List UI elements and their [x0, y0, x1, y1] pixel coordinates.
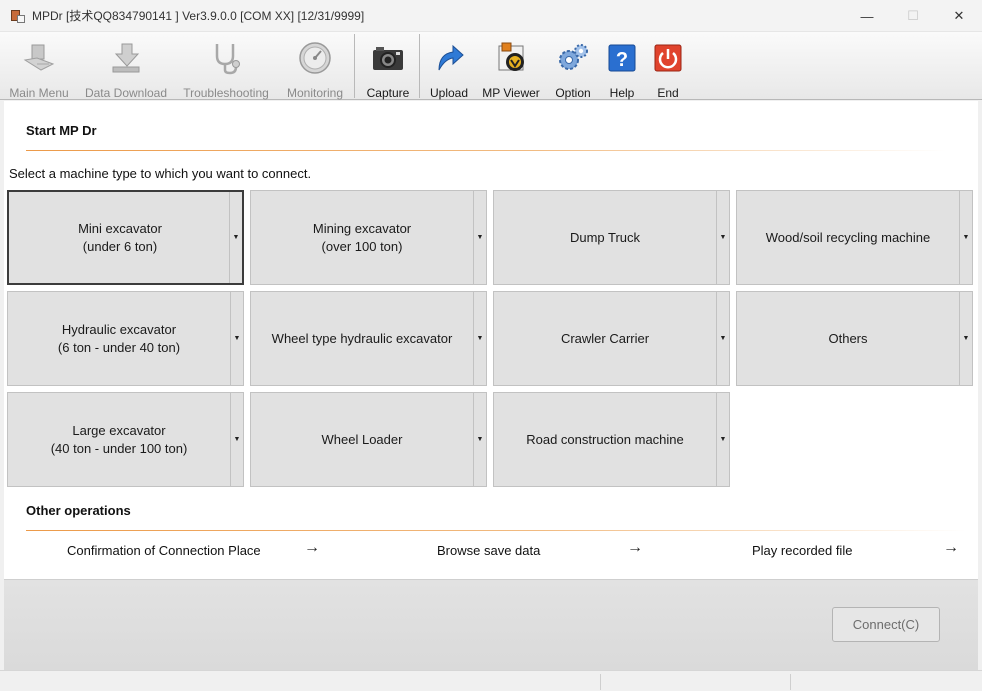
window-title: MPDr [技术QQ834790141 ] Ver3.9.0.0 [COM XX…	[32, 9, 365, 23]
chevron-down-icon[interactable]: ▼	[230, 393, 243, 486]
status-bar	[0, 670, 982, 691]
gears-icon	[553, 38, 593, 78]
chevron-down-icon[interactable]: ▼	[473, 292, 486, 385]
status-separator	[790, 674, 791, 690]
option-button[interactable]: Option	[548, 32, 598, 100]
chevron-down-icon[interactable]: ▼	[716, 292, 729, 385]
status-separator	[600, 674, 601, 690]
toolbar: Main Menu Data Download Troubleshooting …	[0, 32, 982, 100]
section-divider	[26, 530, 966, 531]
main-menu-button[interactable]: Main Menu	[6, 32, 72, 100]
minimize-button[interactable]: —	[844, 0, 890, 32]
mp-viewer-icon	[491, 38, 531, 78]
app-icon	[10, 8, 26, 24]
other-operations-title: Other operations	[26, 503, 131, 518]
chevron-down-icon[interactable]: ▼	[716, 191, 729, 284]
main-menu-icon	[19, 38, 59, 78]
play-recorded-file-link[interactable]: Play recorded file	[752, 543, 852, 558]
chevron-down-icon[interactable]: ▼	[959, 292, 972, 385]
upload-button[interactable]: Upload	[424, 32, 474, 100]
machine-mini-excavator[interactable]: Mini excavator (under 6 ton) ▼	[7, 190, 244, 285]
machine-label: Mini excavator (under 6 ton)	[78, 220, 162, 254]
gauge-icon	[295, 38, 335, 78]
svg-text:?: ?	[616, 49, 628, 71]
toolbar-separator	[419, 34, 420, 98]
browse-save-data-link[interactable]: Browse save data	[437, 543, 540, 558]
monitoring-button[interactable]: Monitoring	[282, 32, 348, 100]
machine-large-excavator[interactable]: Large excavator (40 ton - under 100 ton)…	[7, 392, 244, 487]
window-controls: — ☐ ✕	[844, 0, 982, 32]
machine-others[interactable]: Others ▼	[736, 291, 973, 386]
help-icon: ?	[602, 38, 642, 78]
machine-crawler-carrier[interactable]: Crawler Carrier ▼	[493, 291, 730, 386]
download-icon	[106, 38, 146, 78]
machine-label: Wheel type hydraulic excavator	[271, 330, 453, 346]
arrow-right-icon[interactable]: →	[943, 539, 959, 557]
instruction-text: Select a machine type to which you want …	[9, 166, 312, 181]
chevron-down-icon[interactable]: ▼	[230, 292, 243, 385]
main-panel: Start MP Dr Select a machine type to whi…	[4, 101, 978, 579]
machine-label: Crawler Carrier	[560, 330, 650, 346]
chevron-down-icon[interactable]: ▼	[959, 191, 972, 284]
start-section-title: Start MP Dr	[26, 123, 97, 138]
machine-label: Road construction machine	[526, 431, 684, 447]
chevron-down-icon[interactable]: ▼	[229, 192, 242, 283]
upload-icon	[429, 38, 469, 78]
power-icon	[648, 38, 688, 78]
machine-wood-soil-recycling[interactable]: Wood/soil recycling machine ▼	[736, 190, 973, 285]
machine-label: Wheel Loader	[321, 431, 403, 447]
machine-road-construction[interactable]: Road construction machine ▼	[493, 392, 730, 487]
machine-wheel-loader[interactable]: Wheel Loader ▼	[250, 392, 487, 487]
stethoscope-icon	[206, 38, 246, 78]
machine-label: Mining excavator (over 100 ton)	[312, 220, 412, 254]
toolbar-separator	[354, 34, 355, 98]
machine-label: Wood/soil recycling machine	[765, 229, 931, 245]
machine-label: Hydraulic excavator (6 ton - under 40 to…	[57, 321, 181, 355]
arrow-right-icon[interactable]: →	[627, 539, 643, 557]
machine-wheel-type-hydraulic-excavator[interactable]: Wheel type hydraulic excavator ▼	[250, 291, 487, 386]
help-button[interactable]: ? Help	[600, 32, 644, 100]
section-divider	[26, 150, 946, 151]
chevron-down-icon[interactable]: ▼	[473, 393, 486, 486]
machine-label: Large excavator (40 ton - under 100 ton)	[50, 422, 188, 456]
maximize-button[interactable]: ☐	[890, 0, 936, 32]
machine-mining-excavator[interactable]: Mining excavator (over 100 ton) ▼	[250, 190, 487, 285]
machine-label: Others	[828, 330, 868, 346]
close-button[interactable]: ✕	[936, 0, 982, 32]
arrow-right-icon[interactable]: →	[304, 539, 320, 557]
troubleshooting-button[interactable]: Troubleshooting	[180, 32, 272, 100]
data-download-button[interactable]: Data Download	[82, 32, 170, 100]
mp-viewer-button[interactable]: MP Viewer	[480, 32, 542, 100]
camera-icon	[368, 38, 408, 78]
capture-button[interactable]: Capture	[360, 32, 416, 100]
connect-button[interactable]: Connect(C)	[832, 607, 940, 642]
confirmation-of-connection-place-link[interactable]: Confirmation of Connection Place	[67, 543, 261, 558]
machine-label: Dump Truck	[569, 229, 641, 245]
chevron-down-icon[interactable]: ▼	[716, 393, 729, 486]
machine-hydraulic-excavator[interactable]: Hydraulic excavator (6 ton - under 40 to…	[7, 291, 244, 386]
end-button[interactable]: End	[646, 32, 690, 100]
title-bar: MPDr [技术QQ834790141 ] Ver3.9.0.0 [COM XX…	[0, 0, 982, 32]
chevron-down-icon[interactable]: ▼	[473, 191, 486, 284]
machine-dump-truck[interactable]: Dump Truck ▼	[493, 190, 730, 285]
